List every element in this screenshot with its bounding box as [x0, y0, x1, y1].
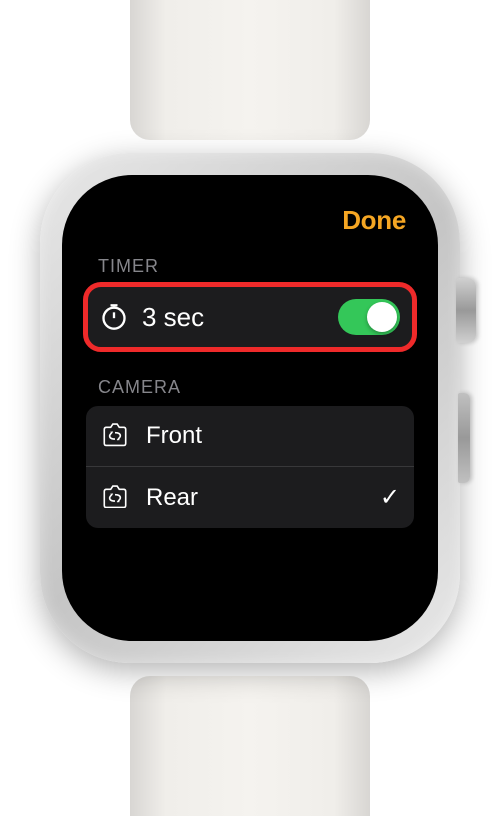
camera-switch-icon — [100, 423, 130, 449]
watch-crown[interactable] — [456, 278, 476, 343]
watch-screen: Done TIMER 3 sec CAMERA — [62, 175, 438, 641]
camera-option-label: Rear — [146, 484, 380, 512]
watch-case: Done TIMER 3 sec CAMERA — [40, 153, 460, 663]
header: Done — [86, 205, 414, 244]
timer-section-header: TIMER — [98, 256, 414, 277]
camera-option-rear[interactable]: Rear ✓ — [86, 467, 414, 528]
camera-section-header: CAMERA — [98, 377, 414, 398]
toggle-knob — [367, 302, 397, 332]
timer-label: 3 sec — [142, 302, 338, 333]
camera-row-container: Front Rear ✓ — [86, 406, 414, 528]
camera-option-label: Front — [146, 422, 400, 450]
timer-toggle[interactable] — [338, 299, 400, 335]
timer-icon — [100, 303, 128, 331]
timer-row[interactable]: 3 sec — [86, 285, 414, 349]
camera-switch-icon — [100, 485, 130, 511]
watch-band-bottom — [130, 676, 370, 816]
timer-row-container: 3 sec — [86, 285, 414, 349]
camera-option-front[interactable]: Front — [86, 406, 414, 467]
watch-band-top — [130, 0, 370, 140]
watch-side-button[interactable] — [458, 393, 470, 483]
done-button[interactable]: Done — [342, 205, 406, 236]
checkmark-icon: ✓ — [380, 483, 400, 512]
